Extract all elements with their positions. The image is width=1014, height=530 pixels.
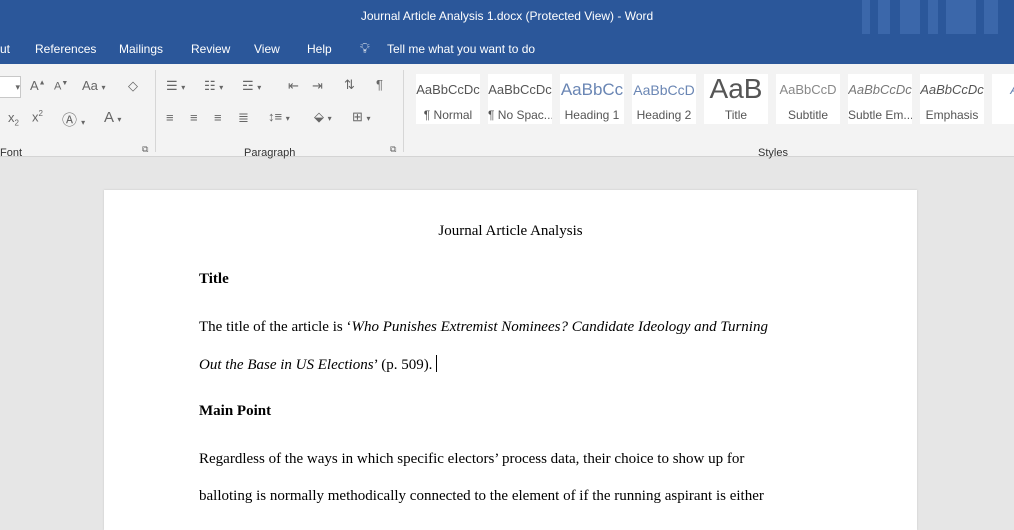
font-dialog-launcher-icon[interactable]: ⧉ xyxy=(142,144,148,155)
style-name: ¶ Normal xyxy=(423,108,473,122)
style-name: Heading 2 xyxy=(636,108,692,122)
multilevel-list-icon[interactable]: ☲ ▾ xyxy=(242,78,261,94)
align-left-icon[interactable]: ≡ xyxy=(166,110,174,125)
title-bar: Journal Article Analysis 1.docx (Protect… xyxy=(0,0,1014,34)
text-effects-icon[interactable]: Ⓐ ▾ xyxy=(62,109,85,130)
tab-view[interactable]: View xyxy=(254,42,280,56)
font-size-dropdown[interactable]: ▾ xyxy=(0,76,21,98)
numbering-icon[interactable]: ☷ ▾ xyxy=(204,78,223,94)
group-divider xyxy=(403,70,404,152)
style-subtitle[interactable]: AaBbCcD Subtitle xyxy=(776,74,840,124)
document-heading: Journal Article Analysis xyxy=(438,223,583,239)
paragraph-group-label: Paragraph xyxy=(244,147,296,159)
group-divider xyxy=(155,70,156,152)
paragraph-main-point-line1: Regardless of the ways in which specific… xyxy=(199,451,745,467)
styles-group-label: Styles xyxy=(758,147,788,159)
style-name: Subtitle xyxy=(787,108,829,122)
highlight-icon[interactable]: A ▾ xyxy=(104,109,121,126)
style-subtle-emphasis[interactable]: AaBbCcDc Subtle Em... xyxy=(848,74,912,124)
superscript-icon[interactable]: x2 xyxy=(32,109,43,124)
sort-icon[interactable]: ⇅ xyxy=(344,77,355,93)
style-preview: AaBbCcD xyxy=(779,82,837,97)
style-intense-emphasis[interactable]: AaBl Inte xyxy=(992,74,1014,124)
style-preview: AaBl xyxy=(992,82,1014,97)
article-title-text: Who Punishes Extremist Nominees? Candida… xyxy=(351,319,768,335)
style-normal[interactable]: AaBbCcDc ¶ Normal xyxy=(416,74,480,124)
borders-icon[interactable]: ⊞ ▾ xyxy=(352,109,371,125)
line-spacing-icon[interactable]: ↕≡ ▾ xyxy=(268,109,290,124)
styles-gallery: AaBbCcDc ¶ Normal AaBbCcDc ¶ No Spac... Aa… xyxy=(410,64,1014,144)
style-name: ¶ No Spac... xyxy=(488,108,552,122)
text-cursor xyxy=(436,355,438,372)
document-page[interactable]: Journal Article Analysis Title The title… xyxy=(104,190,917,530)
style-preview: AaB xyxy=(709,74,763,104)
tab-review[interactable]: Review xyxy=(191,42,230,56)
grow-font-icon[interactable]: A▲ xyxy=(30,78,46,93)
style-name: Emphasis xyxy=(925,108,979,122)
ribbon: ▾ A▲ A▼ Aa ▾ ◇ x2 x2 Ⓐ ▾ A ▾ Font ⧉ ☰ ▾ … xyxy=(0,64,1014,159)
ribbon-tabs: ut References Mailings Review View Help … xyxy=(0,34,1014,64)
tab-mailings[interactable]: Mailings xyxy=(119,42,163,56)
shading-icon[interactable]: ⬙ ▾ xyxy=(314,109,332,125)
paragraph-dialog-launcher-icon[interactable]: ⧉ xyxy=(390,144,396,155)
style-name: Inte xyxy=(992,108,1014,122)
style-heading-1[interactable]: AaBbCc Heading 1 xyxy=(560,74,624,124)
shrink-font-icon[interactable]: A▼ xyxy=(54,80,68,93)
style-name: Title xyxy=(724,108,748,122)
paragraph-text: ’ (p. 509). xyxy=(373,357,433,373)
style-preview: AaBbCcDc xyxy=(920,82,984,97)
clear-formatting-icon[interactable]: ◇ xyxy=(128,78,138,94)
bullets-icon[interactable]: ☰ ▾ xyxy=(166,78,185,94)
style-preview: AaBbCcDc xyxy=(416,82,480,97)
tell-me-search[interactable]: Tell me what you want to do xyxy=(387,42,535,56)
style-name: Heading 1 xyxy=(564,108,620,122)
style-heading-2[interactable]: AaBbCcD Heading 2 xyxy=(632,74,696,124)
tab-references[interactable]: References xyxy=(35,42,96,56)
show-formatting-marks-icon[interactable]: ¶ xyxy=(376,77,383,92)
increase-indent-icon[interactable]: ⇥ xyxy=(312,78,323,94)
lightbulb-icon[interactable]: 💡︎ xyxy=(360,40,370,57)
align-right-icon[interactable]: ≡ xyxy=(214,110,222,125)
paragraph-text: The title of the article is ‘ xyxy=(199,319,352,335)
style-no-spacing[interactable]: AaBbCcDc ¶ No Spac... xyxy=(488,74,552,124)
section-heading-main-point: Main Point xyxy=(199,403,272,419)
style-preview: AaBbCcDc xyxy=(848,82,912,97)
style-preview: AaBbCcDc xyxy=(488,82,552,97)
style-preview: AaBbCcD xyxy=(633,82,695,98)
article-title-text: Out the Base in US Elections xyxy=(199,357,374,373)
tab-layout[interactable]: ut xyxy=(0,42,10,56)
subscript-icon[interactable]: x2 xyxy=(8,110,19,128)
style-emphasis[interactable]: AaBbCcDc Emphasis xyxy=(920,74,984,124)
tab-help[interactable]: Help xyxy=(307,42,332,56)
style-preview: AaBbCc xyxy=(560,80,624,99)
align-center-icon[interactable]: ≡ xyxy=(190,110,198,125)
justify-icon[interactable]: ≣ xyxy=(238,110,249,126)
style-title[interactable]: AaB Title xyxy=(704,74,768,124)
font-group-label: Font xyxy=(0,147,23,159)
paragraph-title-line2: Out the Base in US Elections’ (p. 509). xyxy=(199,355,438,374)
change-case-icon[interactable]: Aa ▾ xyxy=(82,78,106,93)
style-name: Subtle Em... xyxy=(848,108,912,122)
section-heading-title: Title xyxy=(199,271,229,287)
paragraph-title-line1: The title of the article is ‘Who Punishe… xyxy=(199,319,768,336)
window-title: Journal Article Analysis 1.docx (Protect… xyxy=(360,9,654,23)
decrease-indent-icon[interactable]: ⇤ xyxy=(288,78,299,94)
paragraph-main-point-line2: balloting is normally methodically conne… xyxy=(199,488,764,504)
